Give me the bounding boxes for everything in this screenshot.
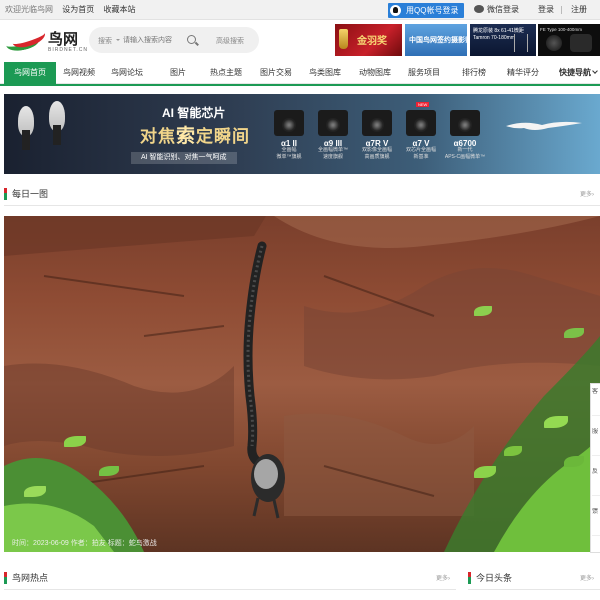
side-tab-item[interactable]: 馈 (592, 508, 600, 536)
search-scope-select[interactable]: 搜索 (98, 36, 120, 46)
nav-underline (0, 84, 600, 86)
set-homepage-link[interactable]: 设为首页 (62, 5, 94, 14)
headlines-more-link[interactable]: 更多› (580, 573, 594, 582)
egret-illustration (506, 121, 582, 130)
daily-photo[interactable]: 时间：2023-06-09 作者：拍友 标题：蛇鸟激战 (4, 216, 600, 552)
banner-slogan: 对焦索定瞬间 (140, 121, 250, 148)
daily-photo-more-link[interactable]: 更多› (580, 189, 594, 198)
wechat-icon (474, 5, 484, 13)
floating-service-tab[interactable]: 客 服 反 馈 (590, 383, 600, 553)
camera-icon (570, 34, 592, 52)
camera-icon (274, 110, 304, 136)
hot-news-more-link[interactable]: 更多› (436, 573, 450, 582)
banner-slogan-a: 对焦 (140, 127, 176, 146)
ad2-text: 中国鸟网签约摄影师 (409, 37, 467, 44)
wechat-login-label: 微信登录 (487, 5, 519, 14)
camera-model-4: α7 V 双芯片全画幅 新基准 (405, 139, 436, 161)
bird-illustration-right (49, 101, 65, 145)
side-tab-item[interactable]: 客 (592, 388, 600, 416)
bird-illustration-left (18, 106, 34, 150)
banner-slogan-highlight: 索 (176, 126, 197, 147)
camera-icon (406, 110, 436, 136)
nav-quick-nav[interactable]: 快捷导航 (559, 62, 597, 84)
nav-bird-gallery[interactable]: 鸟类图库 (309, 62, 341, 84)
banner-slogan-b: 定瞬间 (196, 127, 251, 146)
nav-rankings[interactable]: 排行榜 (462, 62, 486, 84)
main-nav: 鸟网首页 鸟网视频 鸟网论坛 图片 热点主题 图片交易 鸟类图库 动物图库 服务… (0, 62, 600, 84)
nav-featured-ratings[interactable]: 精华评分 (507, 62, 539, 84)
camera-model-1: α1 II 全画幅 微单™旗舰 (276, 139, 302, 161)
tripod-icon (514, 34, 528, 52)
nav-hot-topics[interactable]: 热点主题 (210, 62, 242, 84)
camera-icon (318, 110, 348, 136)
lens-icon (546, 35, 562, 51)
camera-model-2: α9 III 全画幅微单™ 速度旗舰 (317, 139, 348, 161)
nav-home[interactable]: 鸟网首页 (4, 62, 56, 84)
section-divider (4, 589, 456, 590)
camera-model-5: α6700 新一代 APS-C画幅微单™ (444, 139, 486, 161)
top-divider (561, 6, 562, 14)
logo-name: 鸟网 (48, 31, 79, 48)
top-links: 欢迎光临鸟网 设为首页 收藏本站 (5, 0, 142, 20)
nav-picture-trade[interactable]: 图片交易 (260, 62, 292, 84)
register-link[interactable]: 注册 (571, 0, 587, 20)
ad-contract-photographer[interactable]: 中国鸟网签约摄影师 (405, 24, 467, 56)
photo-caption: 时间：2023-06-09 作者：拍友 标题：蛇鸟激战 (12, 540, 157, 547)
hot-news-header: 鸟网热点 更多› (4, 569, 456, 590)
section-marker-icon (4, 572, 7, 584)
daily-photo-header: 每日一图 更多› (4, 185, 600, 206)
trophy-icon (339, 29, 348, 49)
nav-animal-gallery[interactable]: 动物图库 (359, 62, 391, 84)
search-input[interactable] (123, 33, 183, 47)
hot-news-title: 鸟网热点 (12, 573, 49, 583)
section-divider (4, 205, 600, 206)
ad-sony-lens[interactable]: FE Type 100-400mm (538, 24, 600, 56)
daily-photo-title: 每日一图 (12, 189, 49, 199)
search-box: 搜索 高级搜索 (89, 27, 259, 53)
camera-icon (450, 110, 480, 136)
top-bar: 欢迎光临鸟网 设为首页 收藏本站 用QQ帐号登录 微信登录 登录 注册 (0, 0, 600, 20)
wechat-login-link[interactable]: 微信登录 (474, 0, 519, 20)
section-marker-icon (468, 572, 471, 584)
login-link[interactable]: 登录 (538, 0, 554, 20)
sony-banner-ad[interactable]: AI 智能芯片 对焦索定瞬间 AI 智能识别、对焦一气呵成 NEW α1 II 全… (4, 94, 600, 174)
headlines-header: 今日头条 更多› (468, 569, 600, 590)
section-divider (468, 589, 600, 590)
nav-pictures[interactable]: 图片 (170, 62, 186, 84)
ad4-text: FE Type 100-400mm (540, 27, 582, 32)
ad-tamron-lens[interactable]: 腾龙原装 8x 61-41微距 Tamron 70-180mm (470, 24, 536, 56)
ad-golden-feather-award[interactable]: 金羽奖 (335, 24, 402, 56)
ad3-line2: Tamron 70-180mm (473, 35, 515, 41)
headlines-title: 今日头条 (476, 573, 513, 583)
bookmark-link[interactable]: 收藏本站 (103, 5, 135, 14)
section-marker-icon (4, 188, 7, 200)
nav-services[interactable]: 服务项目 (408, 62, 440, 84)
page: 欢迎光临鸟网 设为首页 收藏本站 用QQ帐号登录 微信登录 登录 注册 鸟网 B… (0, 0, 600, 600)
logo-domain: BIRDNET.CN (48, 47, 89, 53)
advanced-search-link[interactable]: 高级搜索 (216, 36, 244, 46)
welcome-text: 欢迎光临鸟网 (5, 5, 53, 14)
banner-title: AI 智能芯片 (162, 106, 226, 120)
site-logo[interactable]: 鸟网 BIRDNET.CN (4, 27, 89, 57)
rock-texture (4, 216, 600, 552)
side-tab-item[interactable]: 反 (592, 468, 600, 496)
nav-video[interactable]: 鸟网视频 (63, 62, 95, 84)
search-icon[interactable] (187, 35, 196, 44)
qq-login-label: 用QQ帐号登录 (406, 6, 459, 15)
ad1-text: 金羽奖 (357, 36, 387, 47)
new-badge: NEW (416, 102, 430, 107)
camera-model-3: α7R V 双影像全画幅 高画质旗舰 (361, 139, 392, 161)
qq-icon (390, 5, 401, 16)
camera-icon (362, 110, 392, 136)
qq-login-button[interactable]: 用QQ帐号登录 (388, 3, 464, 18)
side-tab-item[interactable]: 服 (592, 428, 600, 456)
banner-tagline: AI 智能识别、对焦一气呵成 (131, 152, 237, 164)
nav-forum[interactable]: 鸟网论坛 (111, 62, 143, 84)
